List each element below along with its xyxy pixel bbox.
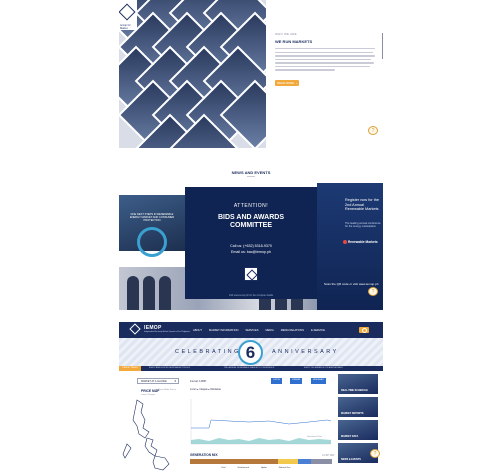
nav-item-about[interactable]: ABOUT	[193, 329, 202, 332]
quick-link-label: REAL-TIME SCHEDULE	[341, 389, 368, 392]
chat-help-icon[interactable]: ?	[368, 126, 378, 135]
banner-title-line1: BIDS AND AWARDS	[218, 214, 284, 221]
legend-luzon[interactable]: LUZON	[271, 378, 282, 384]
price-chart-panel: Interval: 1300H Luzon ● Visayas ● Mindan…	[189, 374, 335, 472]
banner-ring-graphic	[137, 227, 167, 257]
about-section: Iemop for Market WHO WE ARE WE RUN MARKE…	[119, 0, 383, 148]
logo-subtitle: Iemop for Market	[120, 24, 131, 30]
person-photo	[159, 276, 171, 310]
banner-left-title: DOE NEXT STEPS IN RENEWABLE ENERGY MARKE…	[129, 213, 175, 223]
banner-title: BIDS AND AWARDS COMMITTEE	[185, 214, 317, 230]
news-heading: NEWS AND EVENTS	[231, 170, 271, 175]
nav-item-e-service[interactable]: E-SERVICE	[311, 329, 325, 332]
market-select[interactable]: MARKET AT A GLANCE	[137, 378, 179, 384]
anniversary-number: 6	[245, 343, 256, 362]
quick-link-card[interactable]: MARKET DATA	[338, 420, 378, 440]
node-prices-toggle[interactable]: ● Show Node Prices	[156, 389, 176, 391]
about-photo-collage: Iemop for Market	[119, 0, 266, 148]
legend-natural-gas: Natural Gas	[278, 467, 291, 469]
generation-mix-value: 13,467 MW	[322, 454, 335, 457]
interval-label: Interval: 1300H	[190, 380, 207, 383]
legend-label: LUZON	[273, 379, 280, 381]
ticker-tag: LATEST NEWS	[119, 366, 141, 371]
legend-hydro: Hydro	[260, 467, 267, 469]
news-ticker: LATEST NEWS IEMOP ANNOUNCES NEW MARKET R…	[119, 366, 383, 371]
quick-link-label: MARKET REPORTS	[341, 412, 364, 415]
section-headline: WE RUN MARKETS	[275, 39, 313, 44]
brand-subtitle: Independent Electricity Market Operator …	[144, 331, 190, 333]
ticker-item[interactable]: IEMOP CELEBRATES 6TH ANNIVERSARY	[304, 366, 343, 371]
legend-visayas[interactable]: VISAYAS	[290, 378, 303, 384]
top-navbar: IEMOP Independent Electricity Market Ope…	[119, 322, 383, 338]
logo-badge: Iemop for Market	[119, 0, 137, 30]
legend-coal: Coal	[221, 467, 226, 469]
chart-note: Generated Chart	[307, 436, 322, 438]
anniversary-badge: 6	[238, 340, 263, 365]
philippines-map[interactable]	[119, 398, 189, 472]
legend-mindanao[interactable]: MINDANAO	[311, 378, 326, 384]
banner-email-line: Email us: bac@iemop.ph	[230, 249, 271, 254]
price-line-chart[interactable]	[189, 394, 333, 446]
read-more-label: READ MORE	[277, 81, 294, 85]
quick-link-card[interactable]: MARKET REPORTS	[338, 397, 378, 417]
paragraph-text	[275, 48, 375, 73]
banner-attention: ATTENTION!	[233, 203, 269, 209]
chevron-right-icon: ›	[296, 81, 297, 85]
iemop-logo-icon	[119, 3, 136, 21]
anniversary-word: ANNIVERSARY	[272, 349, 339, 355]
gen-bar-natural-gas[interactable]	[311, 459, 332, 464]
gen-bar-geothermal[interactable]	[278, 459, 298, 464]
ticker-item[interactable]: IEMOP ANNOUNCES NEW MARKET RULES	[149, 366, 190, 371]
gen-bar-coal[interactable]	[190, 459, 278, 464]
chat-help-icon[interactable]: ?	[368, 287, 378, 296]
region-filter[interactable]: Luzon ● Visayas ● Mindanao	[190, 388, 221, 391]
nav-menu: ABOUT MARKET INFORMATION SERVICES MEDIA …	[193, 329, 325, 332]
legend-label: MINDANAO	[313, 379, 324, 381]
quick-link-label: MARKET DATA	[341, 435, 359, 438]
quick-link-label: NEWS & EVENTS	[341, 458, 361, 461]
quick-link-card[interactable]: REAL-TIME SCHEDULE	[338, 374, 378, 394]
gen-bar-hydro[interactable]	[298, 459, 311, 464]
ticker-item[interactable]: 2ND ANNUAL RENEWABLE MARKETS CONFERENCE	[224, 366, 274, 371]
search-icon[interactable]	[359, 327, 369, 333]
iemop-logo-icon	[244, 267, 258, 281]
anniversary-banner: CELEBRATING 6 ANNIVERSARY	[119, 338, 383, 366]
nav-item-media-relations[interactable]: MEDIA RELATIONS	[281, 329, 304, 332]
price-map-panel: MARKET AT A GLANCE PRICE MAP ● Show Node…	[119, 374, 189, 472]
iemop-logo-icon[interactable]	[129, 323, 141, 335]
banner-title-line2: COMMITTEE	[230, 222, 272, 230]
homepage-preview: IEMOP Independent Electricity Market Ope…	[119, 322, 383, 472]
chat-help-icon[interactable]: ?	[370, 449, 380, 458]
generation-mix-title: GENERATION MIX	[190, 453, 218, 457]
nav-item-media[interactable]: MEDIA	[265, 329, 273, 332]
renewable-markets-logo: Renewable Markets	[343, 240, 378, 244]
anniversary-celebrating: CELEBRATING	[175, 349, 241, 355]
nav-item-market-information[interactable]: MARKET INFORMATION	[209, 329, 238, 332]
person-photo	[143, 276, 155, 310]
news-banner-left[interactable]: DOE NEXT STEPS IN RENEWABLE ENERGY MARKE…	[119, 195, 185, 257]
generation-legend: Coal Geothermal Hydro Natural Gas	[221, 467, 290, 469]
banner-footer: Visit www.iemop.ph for the complete deta…	[228, 295, 274, 297]
news-carousel[interactable]: DOE NEXT STEPS IN RENEWABLE ENERGY MARKE…	[119, 183, 383, 310]
legend-label: VISAYAS	[292, 379, 301, 381]
read-more-button[interactable]: READ MORE ›	[275, 80, 299, 86]
banner-contact: Call us: (+632) 5318-9370 Email us: bac@…	[185, 244, 317, 256]
price-map-subtitle: Luzon Visayas	[141, 394, 156, 396]
person-photo	[127, 276, 139, 310]
about-text: WHO WE ARE WE RUN MARKETS READ MORE ›	[267, 0, 383, 148]
banner-right-subtitle: The leading annual conference for the en…	[345, 222, 381, 229]
heading-underline	[247, 176, 255, 177]
nav-item-services[interactable]: SERVICES	[245, 329, 258, 332]
legend-geothermal: Geothermal	[237, 467, 249, 469]
banner-right-title: Register now for the 2nd Annual Renewabl…	[345, 198, 379, 212]
section-eyebrow: WHO WE ARE	[275, 32, 297, 36]
news-banner-center[interactable]: ATTENTION! BIDS AND AWARDS COMMITTEE Cal…	[185, 187, 317, 299]
scrollbar[interactable]	[382, 33, 383, 59]
